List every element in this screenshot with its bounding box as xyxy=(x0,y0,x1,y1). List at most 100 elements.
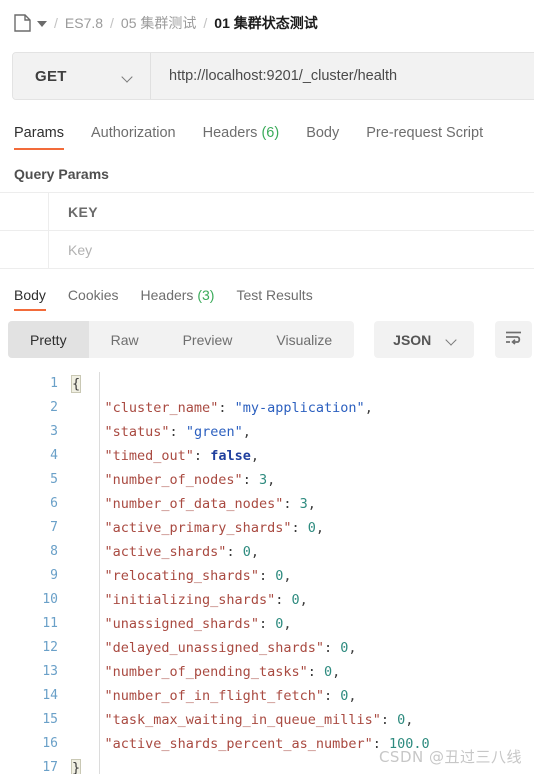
response-body-json[interactable]: 1{ 2 "cluster_name": "my-application", 3… xyxy=(0,372,534,774)
query-params-title: Query Params xyxy=(14,166,109,182)
language-dropdown-label: JSON xyxy=(393,331,432,348)
caret-down-icon[interactable] xyxy=(37,20,47,27)
code-line: 6 "number_of_data_nodes": 3, xyxy=(0,492,534,516)
code-line: 14 "number_of_in_flight_fetch": 0, xyxy=(0,684,534,708)
line-number: 7 xyxy=(50,520,58,535)
select-all-checkbox-cell[interactable] xyxy=(0,193,49,230)
response-tab-body[interactable]: Body xyxy=(14,287,46,311)
format-mode-raw[interactable]: Raw xyxy=(89,321,161,358)
table-row: Key xyxy=(0,231,534,269)
tab-authorization-label: Authorization xyxy=(90,125,176,141)
breadcrumb-item-current[interactable]: 01 集群状态测试 xyxy=(214,13,317,33)
breadcrumb-item-0[interactable]: ES7.8 xyxy=(65,15,103,31)
format-mode-pretty[interactable]: Pretty xyxy=(8,321,89,358)
column-header-key: KEY xyxy=(68,203,98,220)
line-number: 16 xyxy=(42,736,58,751)
format-mode-visualize[interactable]: Visualize xyxy=(254,321,354,358)
word-wrap-icon xyxy=(504,329,523,350)
line-number: 12 xyxy=(42,640,58,655)
response-tab-headers[interactable]: Headers (3) xyxy=(141,287,215,311)
response-tab-cookies[interactable]: Cookies xyxy=(68,287,119,311)
url-input-value: http://localhost:9201/_cluster/health xyxy=(169,68,398,84)
language-dropdown[interactable]: JSON xyxy=(374,321,475,358)
line-number: 3 xyxy=(50,424,58,439)
response-tab-cookies-label: Cookies xyxy=(67,287,119,303)
response-tab-headers-count: (3) xyxy=(197,287,215,303)
json-value: my-application xyxy=(242,400,357,416)
code-content: "initializing_shards": 0, xyxy=(104,592,308,608)
tab-authorization[interactable]: Authorization xyxy=(91,125,176,150)
url-input[interactable]: http://localhost:9201/_cluster/health xyxy=(151,53,534,99)
json-value: false xyxy=(210,448,251,464)
line-number: 14 xyxy=(42,688,58,703)
json-value: 0 xyxy=(291,592,300,608)
code-content: "delayed_unassigned_shards": 0, xyxy=(104,640,357,656)
chevron-down-icon xyxy=(447,336,458,343)
line-number: 4 xyxy=(50,448,58,463)
query-params-table: KEY Key xyxy=(0,192,534,269)
collection-icon[interactable] xyxy=(14,14,31,32)
line-number: 5 xyxy=(50,472,58,487)
code-content: "task_max_waiting_in_queue_millis": 0, xyxy=(104,712,414,728)
code-content: { xyxy=(70,372,534,396)
param-key-input[interactable]: Key xyxy=(49,231,534,268)
line-number: 13 xyxy=(42,664,58,679)
response-tab-test-results-label: Test Results xyxy=(236,287,313,303)
code-content: "active_primary_shards": 0, xyxy=(104,520,324,536)
word-wrap-button[interactable] xyxy=(495,321,533,358)
code-content: "active_shards": 0, xyxy=(104,544,259,560)
tab-headers[interactable]: Headers (6) xyxy=(203,125,280,150)
code-line: 5 "number_of_nodes": 3, xyxy=(0,468,534,492)
code-line: 15 "task_max_waiting_in_queue_millis": 0… xyxy=(0,708,534,732)
line-number: 2 xyxy=(50,400,58,415)
tab-pre-request-script[interactable]: Pre-request Script xyxy=(366,125,483,150)
line-number: 17 xyxy=(42,760,58,774)
format-mode-preview[interactable]: Preview xyxy=(161,321,255,358)
code-line: 7 "active_primary_shards": 0, xyxy=(0,516,534,540)
code-content: "number_of_nodes": 3, xyxy=(104,472,276,488)
code-content: "number_of_data_nodes": 3, xyxy=(104,496,316,512)
code-line: 13 "number_of_pending_tasks": 0, xyxy=(0,660,534,684)
format-mode-preview-label: Preview xyxy=(182,331,233,348)
tab-body[interactable]: Body xyxy=(306,125,339,150)
http-method-dropdown[interactable]: GET xyxy=(13,53,151,99)
code-content: "number_of_in_flight_fetch": 0, xyxy=(104,688,357,704)
tab-params[interactable]: Params xyxy=(14,125,64,150)
tab-params-label: Params xyxy=(14,125,64,141)
response-tab-headers-label: Headers xyxy=(140,287,194,303)
breadcrumb-separator: / xyxy=(203,15,208,31)
code-line: 11 "unassigned_shards": 0, xyxy=(0,612,534,636)
row-checkbox-cell[interactable] xyxy=(0,231,49,268)
code-line: 10 "initializing_shards": 0, xyxy=(0,588,534,612)
code-line: 1{ xyxy=(0,372,534,396)
breadcrumb: / ES7.8 / 05 集群测试 / 01 集群状态测试 xyxy=(0,0,534,46)
code-content: "number_of_pending_tasks": 0, xyxy=(104,664,341,680)
json-value: green xyxy=(193,424,235,440)
tab-pre-request-script-label: Pre-request Script xyxy=(366,125,484,141)
tab-headers-count: (6) xyxy=(261,125,280,141)
json-value: 0 xyxy=(307,520,316,536)
line-number: 10 xyxy=(42,592,58,607)
code-content: "relocating_shards": 0, xyxy=(104,568,292,584)
breadcrumb-separator: / xyxy=(54,15,58,31)
json-open-brace: { xyxy=(70,375,82,393)
code-content: "cluster_name": "my-application", xyxy=(104,400,373,416)
http-method-label: GET xyxy=(35,67,67,85)
code-line: 9 "relocating_shards": 0, xyxy=(0,564,534,588)
json-key-text: cluster_name xyxy=(112,400,211,416)
line-number: 8 xyxy=(50,544,58,559)
response-format-toolbar: Pretty Raw Preview Visualize JSON xyxy=(0,311,534,358)
format-mode-group: Pretty Raw Preview Visualize xyxy=(8,321,355,358)
tab-headers-label: Headers xyxy=(202,125,258,141)
format-mode-pretty-label: Pretty xyxy=(30,331,67,348)
line-number: 11 xyxy=(42,616,58,631)
line-number: 1 xyxy=(50,376,58,391)
json-value: 0 xyxy=(323,664,333,680)
code-line: 8 "active_shards": 0, xyxy=(0,540,534,564)
chevron-down-icon xyxy=(123,73,134,80)
breadcrumb-item-1[interactable]: 05 集群测试 xyxy=(121,13,196,33)
code-content: "timed_out": false, xyxy=(104,448,259,464)
response-tab-test-results[interactable]: Test Results xyxy=(236,287,312,311)
code-content: "unassigned_shards": 0, xyxy=(104,616,292,632)
code-line: 2 "cluster_name": "my-application", xyxy=(0,396,534,420)
